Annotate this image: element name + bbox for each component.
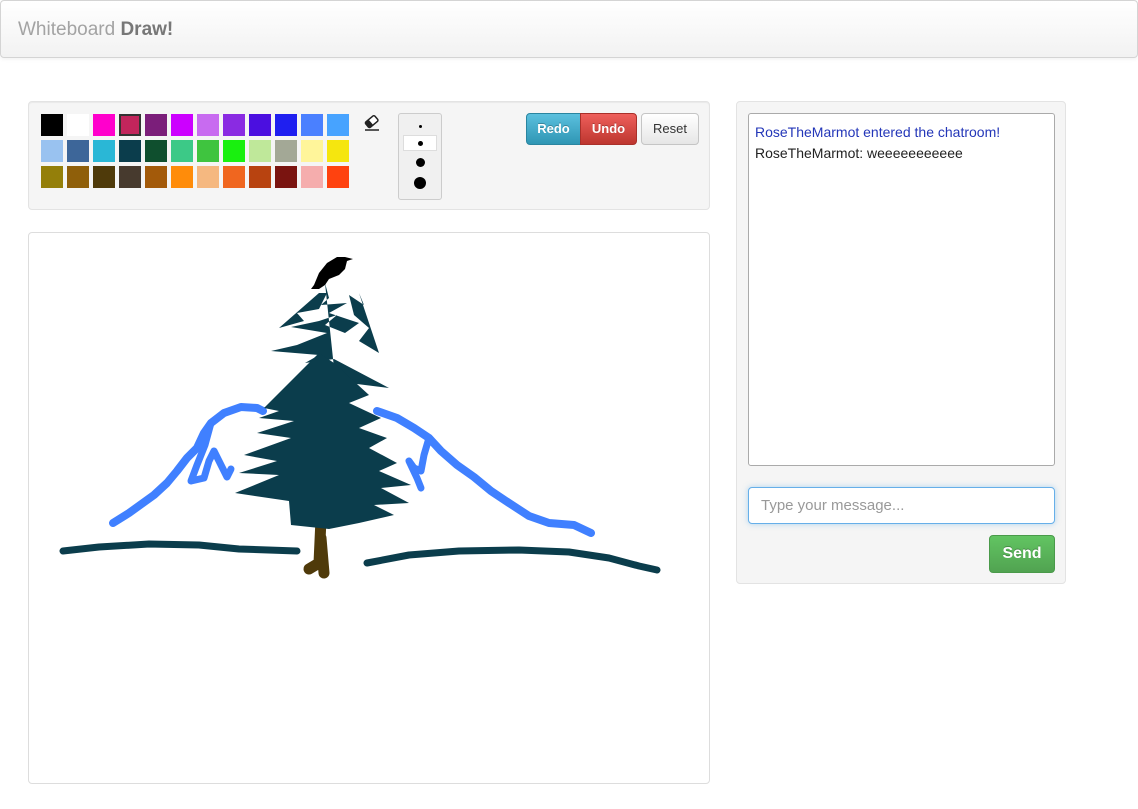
- color-swatch[interactable]: [301, 114, 323, 136]
- color-swatch[interactable]: [327, 114, 349, 136]
- redo-button[interactable]: Redo: [526, 113, 581, 145]
- color-swatch[interactable]: [41, 166, 63, 188]
- chat-panel: RoseTheMarmot entered the chatroom! RoseT…: [736, 101, 1066, 584]
- color-swatch[interactable]: [145, 166, 167, 188]
- color-swatch[interactable]: [41, 140, 63, 162]
- drawn-bird: [311, 257, 353, 289]
- brush-size-dot-icon: [415, 157, 425, 167]
- color-swatch[interactable]: [171, 114, 193, 136]
- brush-size-dot-icon: [414, 177, 426, 189]
- color-swatch[interactable]: [275, 140, 297, 162]
- brand-light-text: Whiteboard: [18, 19, 116, 40]
- color-swatch[interactable]: [119, 140, 141, 162]
- color-swatch[interactable]: [41, 114, 63, 136]
- chat-system-message: RoseTheMarmot entered the chatroom!: [755, 124, 1001, 140]
- color-swatch[interactable]: [275, 114, 297, 136]
- drawn-mountain-left: [109, 403, 267, 527]
- brush-size-4[interactable]: [403, 172, 437, 194]
- whiteboard-drawing: [59, 257, 661, 579]
- drawing-toolbar: Redo Undo Reset: [28, 101, 710, 210]
- color-swatch[interactable]: [67, 140, 89, 162]
- send-button[interactable]: Send: [989, 535, 1055, 573]
- drawn-ground-left: [59, 540, 301, 555]
- eraser-button[interactable]: [362, 112, 382, 134]
- eraser-icon: [364, 114, 379, 131]
- chat-user-message: RoseTheMarmot: weeeeeeeeeee: [755, 145, 963, 161]
- color-swatch[interactable]: [327, 166, 349, 188]
- color-swatch[interactable]: [145, 114, 167, 136]
- navbar: Whiteboard Draw!: [0, 0, 1138, 58]
- drawing-canvas[interactable]: [28, 232, 710, 784]
- brush-size-2[interactable]: [403, 135, 437, 151]
- color-swatch[interactable]: [93, 166, 115, 188]
- color-swatch[interactable]: [223, 166, 245, 188]
- color-swatch[interactable]: [93, 114, 115, 136]
- color-swatch[interactable]: [223, 140, 245, 162]
- brush-size-dot-icon: [417, 140, 423, 146]
- brush-size-1[interactable]: [403, 120, 437, 132]
- brush-size-dot-icon: [418, 124, 422, 128]
- brand-link[interactable]: Whiteboard Draw!: [18, 19, 173, 41]
- color-swatch[interactable]: [197, 114, 219, 136]
- color-swatch[interactable]: [67, 114, 89, 136]
- color-swatch[interactable]: [171, 166, 193, 188]
- undo-button[interactable]: Undo: [580, 113, 637, 145]
- drawn-mountain-right: [373, 407, 595, 537]
- color-swatch[interactable]: [93, 140, 115, 162]
- color-swatch[interactable]: [249, 166, 271, 188]
- reset-button[interactable]: Reset: [641, 113, 699, 145]
- brush-size-picker: [398, 113, 442, 200]
- color-swatch[interactable]: [223, 114, 245, 136]
- color-swatch[interactable]: [119, 166, 141, 188]
- color-swatch[interactable]: [327, 140, 349, 162]
- color-swatch[interactable]: [145, 140, 167, 162]
- chat-message-input[interactable]: Type your message...: [748, 487, 1055, 524]
- color-swatch[interactable]: [301, 140, 323, 162]
- color-swatch[interactable]: [119, 114, 141, 136]
- drawn-ground-right: [363, 546, 661, 574]
- chat-log[interactable]: RoseTheMarmot entered the chatroom! RoseT…: [748, 113, 1055, 466]
- drawn-mountain-right-ridge: [405, 434, 433, 492]
- color-swatch[interactable]: [67, 166, 89, 188]
- color-palette: [41, 114, 354, 188]
- color-swatch[interactable]: [197, 140, 219, 162]
- color-swatch[interactable]: [275, 166, 297, 188]
- brush-size-3[interactable]: [403, 152, 437, 172]
- color-swatch[interactable]: [171, 140, 193, 162]
- color-swatch[interactable]: [197, 166, 219, 188]
- color-swatch[interactable]: [301, 166, 323, 188]
- color-swatch[interactable]: [249, 140, 271, 162]
- color-swatch[interactable]: [249, 114, 271, 136]
- brand-bold-text: Draw!: [120, 19, 174, 40]
